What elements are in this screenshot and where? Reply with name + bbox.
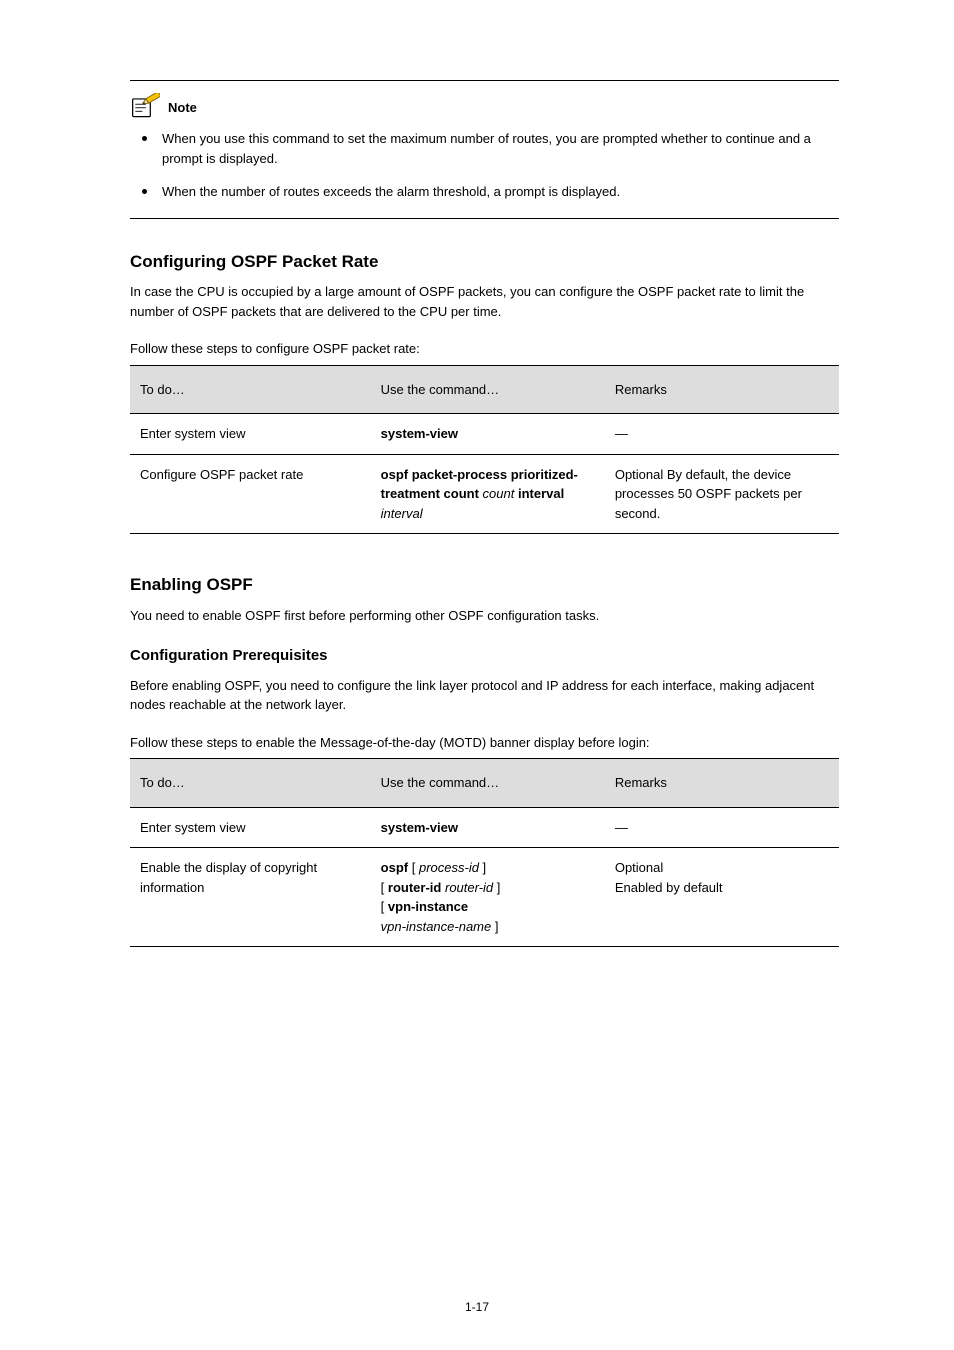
note-bottom-rule bbox=[130, 218, 839, 219]
col-header-todo: To do… bbox=[130, 759, 371, 808]
note-bullet: When you use this command to set the max… bbox=[134, 129, 839, 168]
cell-remarks: — bbox=[605, 414, 839, 455]
col-header-remarks: Remarks bbox=[605, 365, 839, 414]
cell-remarks: Optional Enabled by default bbox=[605, 848, 839, 947]
subsection-heading-prereqs: Configuration Prerequisites bbox=[130, 645, 839, 668]
note-heading: Note bbox=[130, 93, 839, 119]
cell-todo: Enable the display of copyright informat… bbox=[130, 848, 371, 947]
table-row: Configure OSPF packet rate ospf packet-p… bbox=[130, 454, 839, 534]
section-heading-packet-rate: Configuring OSPF Packet Rate bbox=[130, 249, 839, 275]
cell-command: system-view bbox=[371, 807, 605, 848]
cell-command: system-view bbox=[371, 414, 605, 455]
follow-steps-label: Follow these steps to enable the Message… bbox=[130, 733, 839, 753]
cell-todo: Configure OSPF packet rate bbox=[130, 454, 371, 534]
col-header-command: Use the command… bbox=[371, 365, 605, 414]
table-row: Enter system view system-view — bbox=[130, 807, 839, 848]
table-row: Enter system view system-view — bbox=[130, 414, 839, 455]
config-table-packet-rate: To do… Use the command… Remarks Enter sy… bbox=[130, 365, 839, 535]
col-header-remarks: Remarks bbox=[605, 759, 839, 808]
cell-command: ospf [ process-id ] [ router-id router-i… bbox=[371, 848, 605, 947]
page-number: 1-17 bbox=[0, 1298, 954, 1316]
config-table-enable-ospf: To do… Use the command… Remarks Enter sy… bbox=[130, 758, 839, 947]
note-label: Note bbox=[168, 98, 197, 118]
cell-remarks: — bbox=[605, 807, 839, 848]
cell-remarks: Optional By default, the device processe… bbox=[605, 454, 839, 534]
note-bullet-list: When you use this command to set the max… bbox=[134, 129, 839, 202]
col-header-todo: To do… bbox=[130, 365, 371, 414]
col-header-command: Use the command… bbox=[371, 759, 605, 808]
table-row: Enable the display of copyright informat… bbox=[130, 848, 839, 947]
subsection-intro: Before enabling OSPF, you need to config… bbox=[130, 676, 839, 715]
section-heading-enable-ospf: Enabling OSPF bbox=[130, 572, 839, 598]
cell-todo: Enter system view bbox=[130, 807, 371, 848]
section-intro: In case the CPU is occupied by a large a… bbox=[130, 282, 839, 321]
note-top-rule bbox=[130, 80, 839, 81]
note-bullet: When the number of routes exceeds the al… bbox=[134, 182, 839, 202]
cell-todo: Enter system view bbox=[130, 414, 371, 455]
note-pencil-icon bbox=[130, 93, 160, 119]
cell-command: ospf packet-process prioritized-treatmen… bbox=[371, 454, 605, 534]
section-intro: You need to enable OSPF first before per… bbox=[130, 606, 839, 626]
follow-steps-label: Follow these steps to configure OSPF pac… bbox=[130, 339, 839, 359]
